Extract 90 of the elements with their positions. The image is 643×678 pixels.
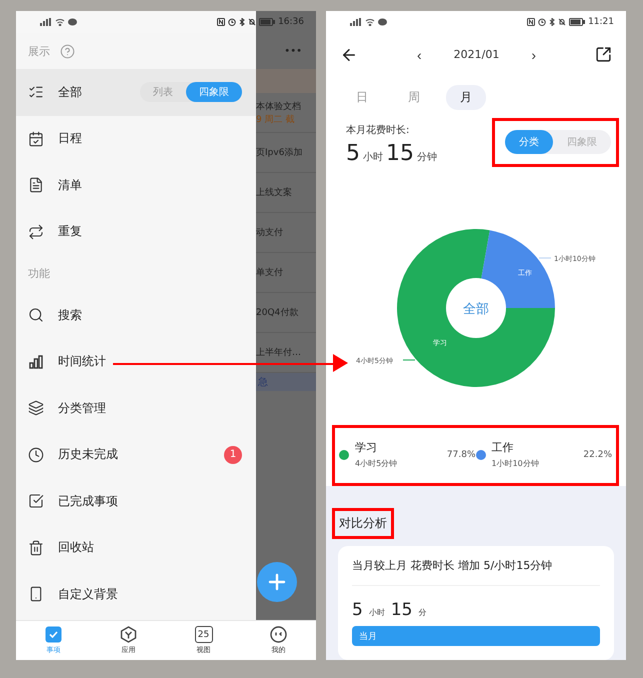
wifi-icon: [365, 18, 375, 26]
drawer-item-label: 重复: [58, 223, 82, 240]
calendar-icon: 25: [194, 626, 212, 643]
calendar-icon: [28, 130, 44, 147]
share-icon[interactable]: [595, 46, 612, 63]
drawer-item[interactable]: 搜索: [16, 292, 256, 338]
alarm-icon: [228, 18, 236, 26]
phone-icon: [28, 586, 44, 602]
profile-icon: [270, 626, 287, 643]
summary-label: 本月花费时长:: [346, 124, 410, 137]
signal-icon: [40, 18, 52, 26]
legend-percent: 77.8%: [446, 450, 476, 460]
mute-icon: [558, 18, 566, 26]
drawer-item-label: 自定义背景: [58, 586, 118, 603]
clock-icon: [28, 446, 44, 463]
signal-icon: [350, 18, 362, 26]
battery-icon: [259, 18, 276, 26]
section-label: 功能: [28, 266, 50, 281]
count-badge: 1: [224, 446, 242, 464]
legend-name: 学习: [355, 440, 378, 455]
header-band: [256, 69, 316, 93]
legend-duration: 4小时5分钟: [355, 458, 398, 469]
nfc-icon: [217, 18, 226, 26]
drawer-item[interactable]: 自定义背景: [16, 571, 256, 618]
task-title: 页Ipv6添加: [256, 146, 304, 159]
task-title: 20Q4付款: [256, 306, 300, 319]
bluetooth-icon: [549, 18, 556, 26]
layers-icon: [28, 400, 44, 416]
previous-button[interactable]: ‹: [412, 46, 426, 62]
task-due: 9 周二 截: [256, 114, 296, 126]
hours-unit: 小时: [363, 150, 383, 164]
drawer-item[interactable]: 重复: [16, 208, 256, 255]
bar-chart-icon: [28, 354, 44, 370]
drawer-item-label: 日程: [58, 130, 82, 148]
drawer-item-label: 历史未完成: [58, 446, 118, 464]
drawer-item[interactable]: 分类管理: [16, 385, 256, 432]
status-time: 11:21: [588, 17, 614, 27]
battery-icon: [569, 18, 586, 26]
period-label: 2021/01: [454, 48, 500, 61]
status-time: 16:36: [278, 17, 304, 27]
task-title: 上线文案: [256, 186, 293, 199]
task-title: 单支付: [256, 266, 284, 279]
drawer-item-label: 分类管理: [58, 400, 106, 417]
drawer-item[interactable]: 历史未完成 1: [16, 432, 256, 478]
drawer-item[interactable]: 回收站: [16, 524, 256, 571]
help-icon[interactable]: [60, 44, 75, 58]
document-icon: [28, 177, 44, 194]
task-title: 动支付: [256, 226, 284, 239]
trash-icon: [28, 540, 44, 556]
drawer-item[interactable]: 日程: [16, 116, 256, 162]
legend-percent: 22.2%: [583, 450, 612, 460]
drawer-item[interactable]: 已完成事项: [16, 478, 256, 524]
search-icon: [28, 307, 44, 324]
drawer-item-label: 已完成事项: [58, 492, 118, 510]
drawer-item[interactable]: 时间统计: [16, 338, 256, 385]
nfc-icon: [527, 18, 536, 26]
bluetooth-icon: [239, 18, 246, 26]
minutes-unit: 分: [418, 607, 426, 618]
next-button[interactable]: ›: [527, 46, 540, 62]
drawer-item-label: 回收站: [58, 539, 94, 556]
section-label: 展示: [28, 44, 50, 58]
chat-icon: [68, 18, 77, 26]
hexagon-icon: [120, 626, 137, 643]
wifi-icon: [55, 18, 65, 26]
task-title: 本体验文档: [256, 100, 302, 112]
drawer-item-label: 全部: [58, 84, 82, 101]
drawer-item-label: 搜索: [58, 306, 82, 324]
mute-icon: [248, 18, 256, 26]
bar-label: 当月: [358, 630, 377, 642]
hours-value: 5: [352, 600, 363, 620]
hours-value: 5: [346, 141, 360, 166]
chat-icon: [378, 18, 387, 26]
donut-center: [446, 278, 506, 338]
checkbox-icon: [28, 493, 44, 510]
legend-name: 工作: [492, 440, 514, 455]
minutes-unit: 分钟: [417, 150, 437, 164]
comparison-summary: 当月较上月 花费时长 增加 5/小时15分钟: [352, 558, 600, 586]
minutes-value: 15: [390, 600, 412, 620]
drawer-item[interactable]: 清单: [16, 162, 256, 208]
period-tab[interactable]: 月: [446, 84, 486, 110]
repeat-icon: [28, 224, 44, 240]
alarm-icon: [538, 18, 546, 26]
legend-duration: 1小时10分钟: [492, 458, 540, 469]
drawer-item-label: 清单: [58, 176, 82, 194]
section-title: 对比分析: [332, 508, 394, 539]
hours-unit: 小时: [368, 607, 385, 618]
drawer-item-label: 时间统计: [58, 353, 106, 370]
minutes-value: 15: [386, 141, 414, 166]
checkbox-icon: [45, 626, 62, 643]
task-title: 上半年付…: [256, 346, 302, 359]
